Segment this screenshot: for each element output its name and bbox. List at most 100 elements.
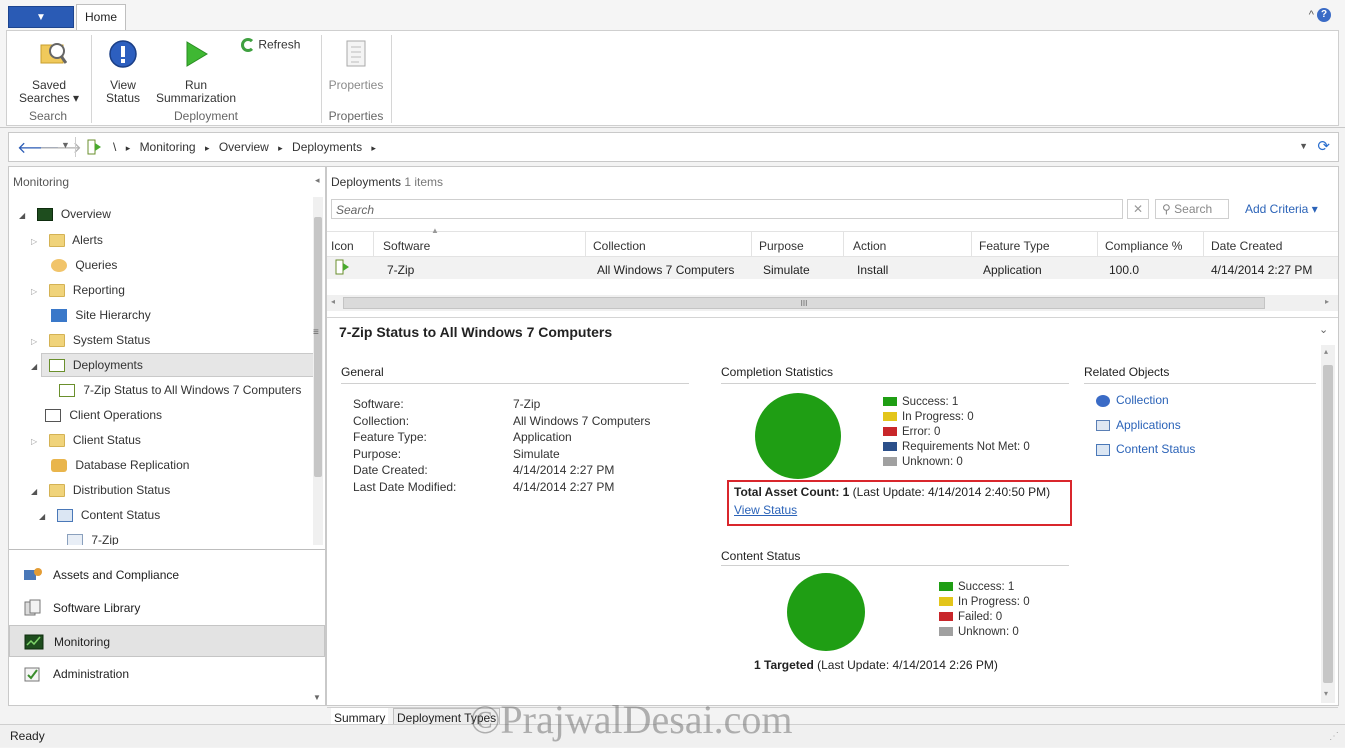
resize-grip-icon[interactable]: ⋰ xyxy=(1329,725,1339,748)
swatch xyxy=(883,397,897,407)
refresh-button[interactable]: Refresh xyxy=(241,37,313,55)
section-divider xyxy=(341,383,689,384)
tree-item-system-status[interactable]: ▷ System Status xyxy=(31,329,150,351)
run-summarization-button[interactable]: Run Summarization xyxy=(155,35,237,105)
scroll-up-icon[interactable]: ▴ xyxy=(1324,347,1328,356)
tree-scrollbar[interactable] xyxy=(313,197,323,545)
tree-item-queries[interactable]: Queries xyxy=(51,254,117,276)
refresh-arrows-icon[interactable]: ⟳ xyxy=(1317,137,1330,155)
tree-item-deployments[interactable]: ◢ Deployments xyxy=(31,354,143,376)
tree-item-content-status[interactable]: ◢ Content Status xyxy=(39,504,160,526)
tree-item-deployment-child[interactable]: 7-Zip Status to All Windows 7 Computers xyxy=(59,379,313,401)
software-library-icon xyxy=(24,599,41,616)
legend-unknown: Unknown: 0 xyxy=(883,455,963,470)
tree-item-client-status[interactable]: ▷ Client Status xyxy=(31,429,141,451)
scrollbar-thumb[interactable] xyxy=(314,217,322,477)
column-header-software[interactable]: Software xyxy=(383,239,430,253)
assets-icon xyxy=(24,568,42,580)
related-content-status-link[interactable]: Content Status xyxy=(1096,442,1195,456)
breadcrumb-overview[interactable]: Overview xyxy=(219,140,269,154)
collapse-pane-icon[interactable]: ◂ xyxy=(315,175,320,186)
chevron-right-icon[interactable]: ▸ xyxy=(371,143,376,153)
expand-workspaces-icon[interactable]: ▼ xyxy=(313,693,321,702)
tree-item-label: 7-Zip Status to All Windows 7 Computers xyxy=(83,383,302,397)
tree-item-site-hierarchy[interactable]: Site Hierarchy xyxy=(51,304,151,326)
tree-item-database-replication[interactable]: Database Replication xyxy=(51,454,189,476)
expanded-arrow-icon[interactable]: ◢ xyxy=(31,487,37,496)
add-criteria-link[interactable]: Add Criteria ▾ xyxy=(1245,202,1318,216)
breadcrumb-root[interactable]: \ xyxy=(113,140,116,154)
expanded-arrow-icon[interactable]: ◢ xyxy=(31,362,37,371)
deployment-icon xyxy=(59,384,75,398)
column-header-action[interactable]: Action xyxy=(853,239,886,253)
scrollbar-thumb[interactable]: III xyxy=(343,297,1265,309)
chevron-right-icon[interactable]: ▸ xyxy=(205,143,210,153)
table-row[interactable] xyxy=(327,257,1338,279)
scrollbar-thumb[interactable] xyxy=(1323,365,1333,683)
details-scrollbar[interactable]: ▴ ▾ xyxy=(1321,345,1335,703)
history-dropdown-icon[interactable]: ▼ xyxy=(61,140,70,150)
tree-item-reporting[interactable]: ▷ Reporting xyxy=(31,279,125,301)
collapsed-arrow-icon[interactable]: ▷ xyxy=(31,287,37,296)
folder-icon xyxy=(48,434,65,448)
search-input[interactable]: Search xyxy=(331,199,1123,219)
workspace-monitoring[interactable]: Monitoring xyxy=(9,625,325,657)
address-dropdown-icon[interactable]: ▼ xyxy=(1299,141,1308,151)
legend-unknown: Unknown: 0 xyxy=(939,625,1019,640)
legend-label: In Progress: 0 xyxy=(958,596,1030,608)
tree-item-distribution-status[interactable]: ◢ Distribution Status xyxy=(31,479,170,501)
tree-item-alerts[interactable]: ▷ Alerts xyxy=(31,229,103,251)
workspace-assets-and-compliance[interactable]: Assets and Compliance xyxy=(9,559,325,591)
chevron-right-icon[interactable]: ▸ xyxy=(126,143,131,153)
column-header-date-created[interactable]: Date Created xyxy=(1211,239,1282,253)
splitter[interactable] xyxy=(327,317,1338,318)
column-header-compliance[interactable]: Compliance % xyxy=(1105,239,1182,253)
workspace-administration[interactable]: Administration xyxy=(9,658,325,690)
view-status-button[interactable]: View Status xyxy=(95,35,151,105)
related-collection-link[interactable]: Collection xyxy=(1096,393,1169,407)
total-asset-count-label: Total Asset Count: 1 xyxy=(734,485,850,499)
scroll-left-icon[interactable]: ◂ xyxy=(331,297,335,306)
cell-date-created: 4/14/2014 2:27 PM xyxy=(1211,263,1313,277)
tree-item-label: Site Hierarchy xyxy=(75,308,151,322)
collapsed-arrow-icon[interactable]: ▷ xyxy=(31,237,37,246)
horizontal-scrollbar[interactable]: ◂ III ▸ xyxy=(327,295,1338,311)
tree-item-client-operations[interactable]: Client Operations xyxy=(45,404,162,426)
collapsed-arrow-icon[interactable]: ▷ xyxy=(31,337,37,346)
scroll-right-icon[interactable]: ▸ xyxy=(1325,297,1329,306)
properties-button[interactable]: Properties xyxy=(325,35,387,105)
scroll-down-icon[interactable]: ▾ xyxy=(1324,689,1328,698)
targeted-count: 1 Targeted xyxy=(754,658,814,672)
column-header-feature-type[interactable]: Feature Type xyxy=(979,239,1050,253)
collection-icon xyxy=(1096,394,1110,407)
minimize-ribbon-icon[interactable]: ^ xyxy=(1309,9,1314,21)
tree-item-7zip[interactable]: 7-Zip xyxy=(67,529,119,545)
column-header-icon[interactable]: Icon xyxy=(331,239,354,253)
splitter[interactable] xyxy=(9,549,325,550)
column-divider xyxy=(1203,231,1204,257)
view-status-link[interactable]: View Status xyxy=(734,503,797,517)
clear-search-icon[interactable]: ✕ xyxy=(1127,199,1149,219)
related-applications-link[interactable]: Applications xyxy=(1096,418,1181,432)
help-icon[interactable]: ? xyxy=(1317,8,1331,22)
collapse-details-icon[interactable]: ⌄ xyxy=(1319,323,1328,336)
collapsed-arrow-icon[interactable]: ▷ xyxy=(31,437,37,446)
workspace-software-library[interactable]: Software Library xyxy=(9,592,325,624)
tab-home[interactable]: Home xyxy=(76,4,126,30)
chevron-right-icon[interactable]: ▸ xyxy=(278,143,283,153)
tree-item-overview[interactable]: ◢ Overview xyxy=(19,203,111,225)
navigation-pane: Monitoring ◂ ◢ Overview ▷ Alerts Queries… xyxy=(8,166,326,706)
ribbon: ▼ Home ^ ? Saved Searches ▾ View Status xyxy=(0,0,1345,128)
pane-grip-icon[interactable]: ≡ xyxy=(313,327,319,338)
app-menu-button[interactable]: ▼ xyxy=(8,6,74,28)
column-header-collection[interactable]: Collection xyxy=(593,239,646,253)
content-status-heading: Content Status xyxy=(721,549,801,563)
folder-icon xyxy=(48,484,65,498)
column-header-purpose[interactable]: Purpose xyxy=(759,239,804,253)
search-button[interactable]: ⚲ Search xyxy=(1155,199,1229,219)
expanded-arrow-icon[interactable]: ◢ xyxy=(39,512,45,521)
saved-searches-button[interactable]: Saved Searches ▾ xyxy=(13,35,85,105)
expanded-arrow-icon[interactable]: ◢ xyxy=(19,211,25,220)
breadcrumb-deployments[interactable]: Deployments xyxy=(292,140,362,154)
breadcrumb-monitoring[interactable]: Monitoring xyxy=(140,140,196,154)
